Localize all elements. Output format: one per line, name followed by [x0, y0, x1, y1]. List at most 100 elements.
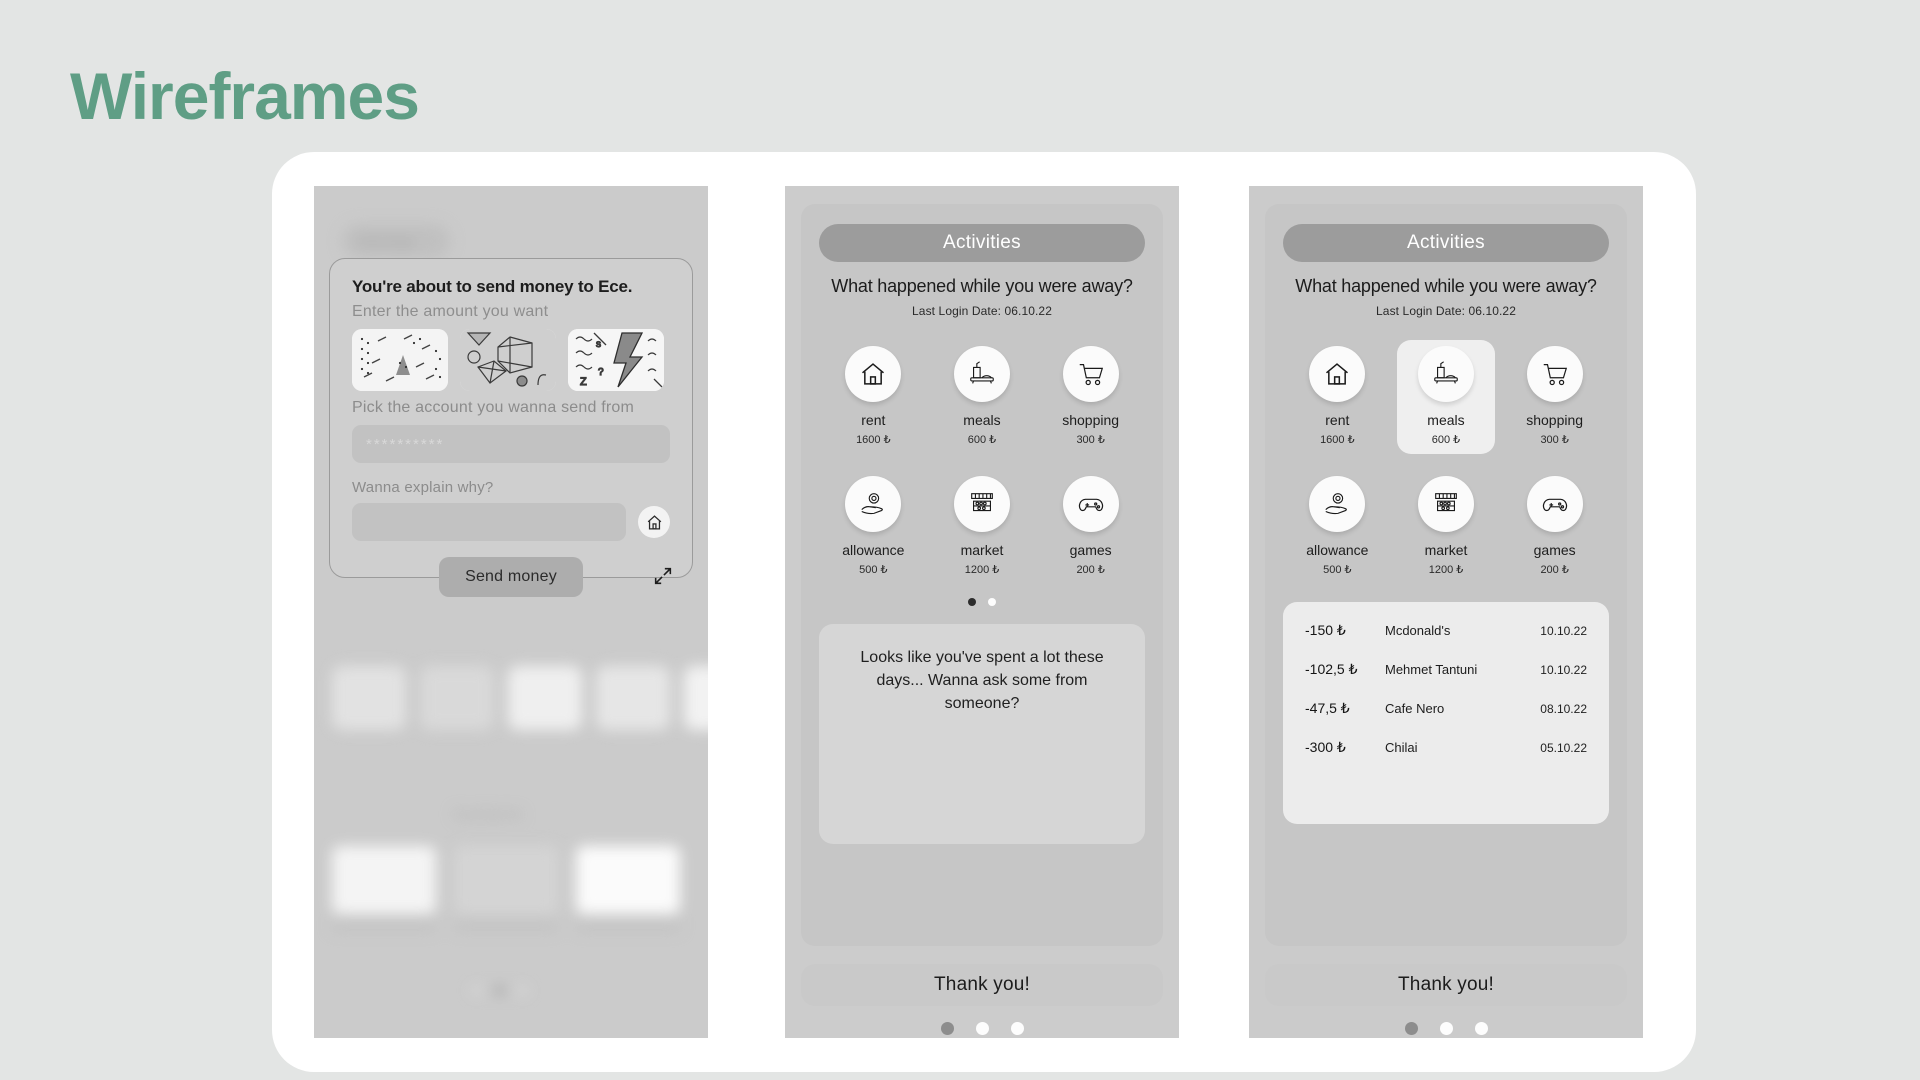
activities-question-2: What happened while you were away? [831, 276, 1133, 296]
category-tile-rent[interactable]: rent 1600 ₺ [1288, 340, 1386, 454]
table-row[interactable]: -300 ₺ Chilai 05.10.22 [1305, 739, 1587, 756]
background-section-title: Kartlarim [454, 806, 524, 823]
transaction-merchant: Mcdonald's [1385, 623, 1451, 638]
pagination-dot[interactable] [975, 1022, 989, 1035]
pattern-card-row: s ? Z [352, 329, 670, 391]
category-tile-games[interactable]: games 200 ₺ [1506, 470, 1604, 584]
category-tile-rent[interactable]: rent 1600 ₺ [824, 340, 922, 454]
background-card-label [576, 922, 680, 931]
category-tile-meals[interactable]: meals 600 ₺ [933, 340, 1031, 454]
pattern-triangle-dashes-icon[interactable] [352, 329, 448, 391]
wireframes-page: Wireframes Savings Kartlarim You're abou… [0, 0, 1920, 1080]
category-tile-meals-selected[interactable]: meals 600 ₺ [1396, 340, 1495, 454]
pagination-dot[interactable] [1474, 1022, 1488, 1035]
wireframes-board: Savings Kartlarim You're about to send m… [272, 152, 1696, 1072]
gamepad-icon [1526, 476, 1583, 532]
pagination-dot[interactable] [1010, 1022, 1024, 1035]
market-stall-icon [953, 476, 1010, 532]
category-tile-games[interactable]: games 200 ₺ [1042, 470, 1140, 584]
category-amount: 200 ₺ [1076, 564, 1105, 576]
category-name: allowance [1306, 542, 1369, 558]
footer-3: Thank you! [1265, 964, 1627, 1035]
phone-mockup-2: Activities What happened while you were … [785, 186, 1179, 1038]
home-icon [845, 346, 902, 402]
activities-pill-2[interactable]: Activities [819, 224, 1145, 262]
transaction-date: 05.10.22 [1540, 741, 1587, 755]
gamepad-icon [1062, 476, 1119, 532]
category-amount: 1200 ₺ [1428, 564, 1464, 576]
explain-input[interactable] [352, 503, 626, 541]
transaction-amount: -47,5 ₺ [1305, 700, 1350, 716]
category-tile-market[interactable]: market 1200 ₺ [1397, 470, 1495, 584]
pattern-lightning-squiggles-icon[interactable]: s ? Z [568, 329, 664, 391]
thank-you-button-2[interactable]: Thank you! [801, 964, 1163, 1006]
background-card [332, 846, 436, 914]
carousel-dot-active[interactable] [968, 598, 976, 606]
background-thumb [596, 666, 670, 730]
cart-icon [1526, 346, 1583, 402]
category-tile-allowance[interactable]: allowance 500 ₺ [824, 470, 922, 584]
category-grid-3: rent 1600 ₺ meals 600 ₺ shopping 300 ₺ a… [1283, 340, 1609, 584]
category-name: market [1424, 542, 1468, 558]
svg-text:s: s [596, 339, 601, 350]
background-card [454, 846, 558, 914]
transaction-date: 10.10.22 [1540, 624, 1587, 638]
footer-2: Thank you! [801, 964, 1163, 1035]
activities-question-3: What happened while you were away? [1295, 276, 1597, 296]
spending-message-card: Looks like you've spent a lot these days… [819, 624, 1145, 844]
send-money-button[interactable]: Send money [439, 557, 583, 597]
category-amount: 300 ₺ [1540, 434, 1569, 446]
category-amount: 500 ₺ [1323, 564, 1352, 576]
home-icon[interactable] [638, 506, 670, 538]
explain-row [352, 503, 670, 541]
thank-you-button-3[interactable]: Thank you! [1265, 964, 1627, 1006]
amount-label: Enter the amount you want [352, 303, 549, 320]
market-stall-icon [1417, 476, 1474, 532]
category-tile-shopping[interactable]: shopping 300 ₺ [1506, 340, 1604, 454]
category-name: games [1533, 542, 1576, 558]
category-name: meals [1427, 412, 1465, 428]
background-thumb [684, 666, 708, 730]
category-tile-allowance[interactable]: allowance 500 ₺ [1288, 470, 1386, 584]
activities-pill-3[interactable]: Activities [1283, 224, 1609, 262]
account-input[interactable]: ********** [352, 425, 670, 463]
category-amount: 1600 ₺ [1320, 434, 1355, 446]
category-name: shopping [1526, 412, 1584, 428]
phone-mockup-3: Activities What happened while you were … [1249, 186, 1643, 1038]
transaction-amount: -150 ₺ [1305, 622, 1346, 638]
last-login-date-2: Last Login Date: 06.10.22 [912, 304, 1052, 318]
background-card [576, 846, 680, 914]
expand-arrows-icon[interactable] [652, 565, 674, 592]
last-login-date-3: Last Login Date: 06.10.22 [1376, 304, 1516, 318]
activities-screen-2: Activities What happened while you were … [801, 204, 1163, 946]
pattern-cube-shapes-icon[interactable] [460, 329, 556, 391]
category-name: rent [861, 412, 886, 428]
category-name: games [1069, 542, 1112, 558]
background-pagination-dots [472, 986, 527, 995]
transaction-merchant: Cafe Nero [1385, 701, 1445, 716]
table-row[interactable]: -102,5 ₺ Mehmet Tantuni 10.10.22 [1305, 661, 1587, 678]
pagination-dot [472, 986, 481, 995]
account-input-value: ********** [366, 435, 445, 453]
category-name: shopping [1062, 412, 1120, 428]
modal-headline: You're about to send money to Ece. [352, 277, 633, 296]
pagination-dot[interactable] [1439, 1022, 1453, 1035]
svg-text:?: ? [598, 367, 604, 378]
transaction-amount: -102,5 ₺ [1305, 661, 1358, 677]
category-carousel-dots-2 [819, 598, 1145, 606]
pagination-dot-active[interactable] [940, 1022, 954, 1035]
category-amount: 600 ₺ [1431, 434, 1461, 446]
background-thumb [332, 666, 406, 730]
pagination-dot-active[interactable] [1404, 1022, 1418, 1035]
category-name: market [960, 542, 1004, 558]
explain-label: Wanna explain why? [352, 479, 494, 496]
carousel-dot[interactable] [988, 598, 996, 606]
pagination-dot [518, 986, 527, 995]
screen-pagination-dots-2 [801, 1022, 1163, 1035]
send-row: Send money [352, 557, 672, 597]
table-row[interactable]: -150 ₺ Mcdonald's 10.10.22 [1305, 622, 1587, 639]
table-row[interactable]: -47,5 ₺ Cafe Nero 08.10.22 [1305, 700, 1587, 717]
category-amount: 600 ₺ [967, 434, 997, 446]
category-tile-market[interactable]: market 1200 ₺ [933, 470, 1031, 584]
category-tile-shopping[interactable]: shopping 300 ₺ [1042, 340, 1140, 454]
